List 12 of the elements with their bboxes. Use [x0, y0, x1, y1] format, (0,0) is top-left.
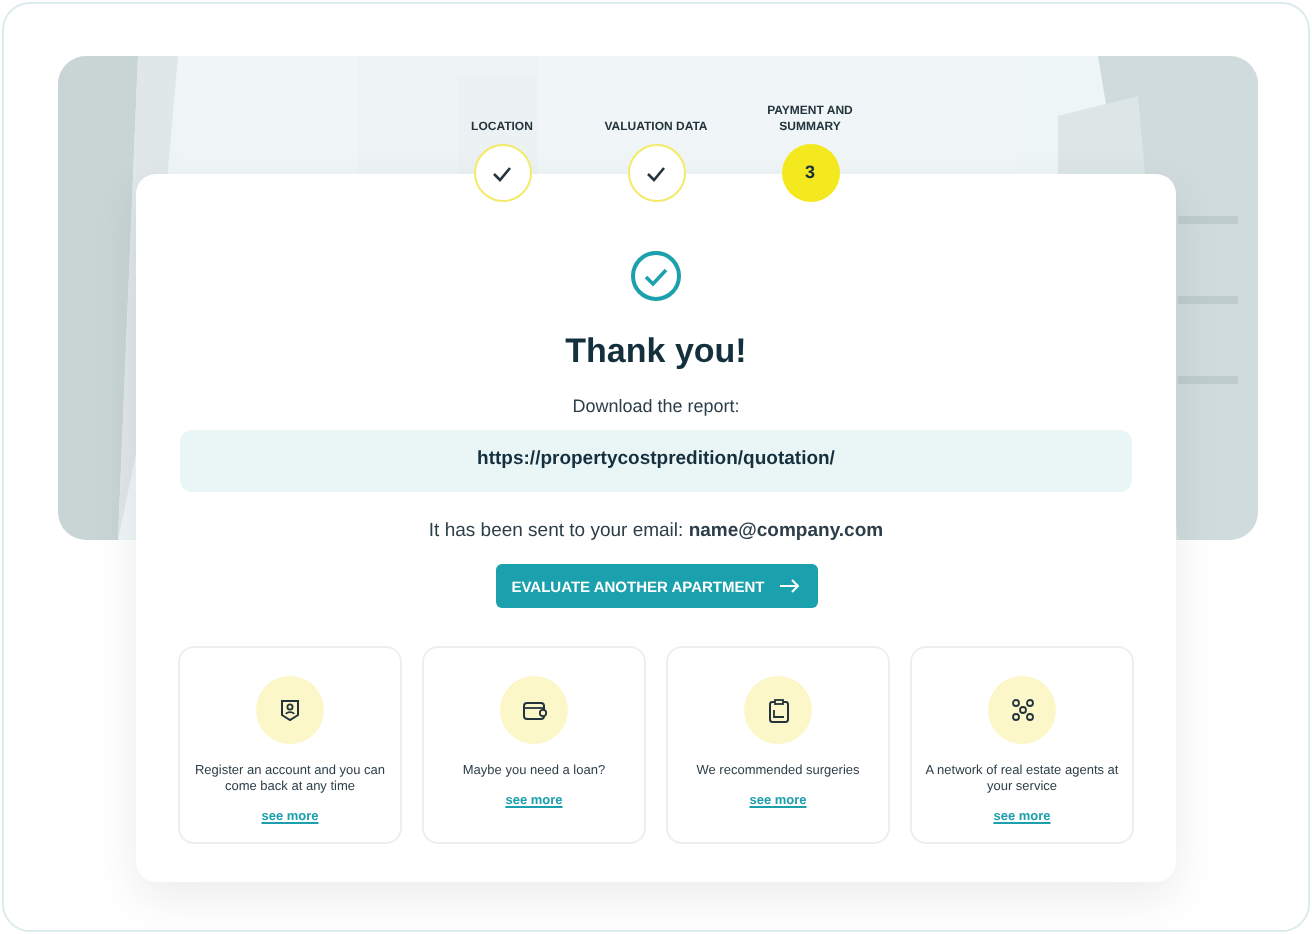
email-note: It has been sent to your email: name@company.com	[428, 518, 884, 546]
title: Thank you!	[565, 330, 747, 374]
people-network-icon	[1009, 698, 1035, 723]
arrow-right-icon	[780, 578, 801, 595]
download-label: Download the report:	[572, 393, 740, 420]
badge-icon	[278, 698, 302, 723]
wallet-icon	[521, 699, 547, 722]
report-url-field[interactable]: https://propertycostpredition/quotation/	[180, 430, 1132, 492]
check-icon	[646, 165, 666, 181]
clipboard-icon	[767, 697, 789, 724]
check-circle-icon	[630, 250, 682, 302]
check-icon	[492, 165, 512, 181]
